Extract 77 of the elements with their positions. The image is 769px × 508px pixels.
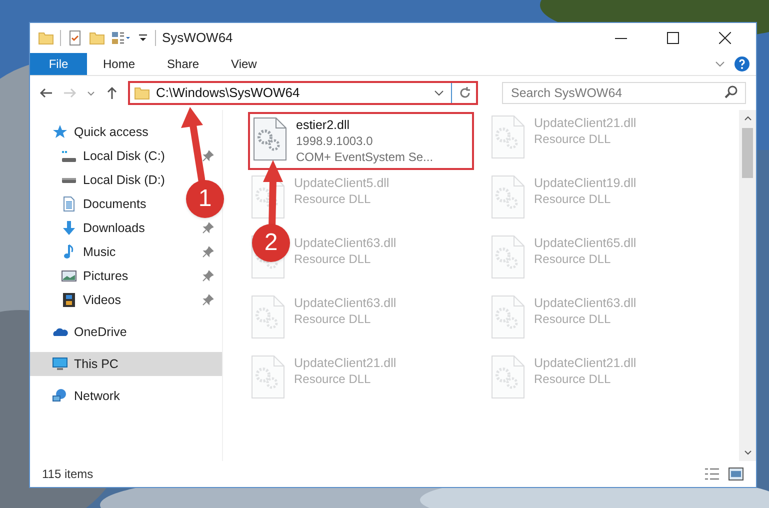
file-icon — [252, 117, 288, 161]
star-icon — [52, 124, 68, 140]
ribbon-tab[interactable]: Share — [151, 53, 216, 75]
scroll-thumb[interactable] — [742, 128, 753, 178]
file-detail: Resource DLL — [534, 371, 612, 387]
file-name: UpdateClient63.dll — [294, 235, 396, 251]
file-icon — [490, 355, 526, 399]
file-name: UpdateClient21.dll — [534, 355, 636, 371]
help-icon[interactable] — [734, 56, 750, 72]
file-detail: Resource DLL — [294, 191, 372, 207]
item-count: 115 items — [42, 466, 94, 483]
sidebar-item[interactable]: Local Disk (C:) — [30, 144, 171, 168]
pin-icon[interactable] — [202, 294, 214, 306]
sidebar-item[interactable]: Local Disk (D:) — [30, 168, 171, 192]
file-detail: 1998.9.1003.0 — [296, 133, 374, 149]
pin-icon[interactable] — [202, 222, 214, 234]
scrollbar[interactable] — [739, 110, 756, 461]
file-detail: Resource DLL — [534, 311, 612, 327]
monitor-icon — [52, 356, 68, 372]
sidebar-item[interactable]: Documents — [30, 192, 152, 216]
sidebar-item[interactable]: Quick access — [30, 120, 154, 144]
sidebar-item[interactable]: This PC — [30, 352, 222, 376]
network-icon — [52, 388, 68, 404]
sidebar-item[interactable]: Pictures — [30, 264, 134, 288]
file-name: UpdateClient21.dll — [534, 115, 636, 131]
file-name: UpdateClient63.dll — [294, 295, 396, 311]
sidebar-item[interactable]: Downloads — [30, 216, 151, 240]
file-detail: Resource DLL — [534, 251, 612, 267]
window-title: SysWOW64 — [162, 29, 233, 48]
file-icon — [250, 295, 286, 339]
ribbon-tab[interactable]: View — [215, 53, 273, 75]
file-name: UpdateClient5.dll — [294, 175, 390, 191]
sidebar-item[interactable]: Videos — [30, 288, 127, 312]
pin-icon[interactable] — [202, 150, 214, 162]
download-icon — [61, 220, 77, 236]
maximize-icon — [667, 32, 679, 44]
pin-icon[interactable] — [202, 246, 214, 258]
file-name: UpdateClient65.dll — [534, 235, 636, 251]
file-icon — [250, 355, 286, 399]
close-icon — [719, 32, 731, 44]
file-name: UpdateClient19.dll — [534, 175, 636, 191]
tiles-view-icon[interactable] — [728, 466, 744, 482]
highlighted-file-tile[interactable]: estier2.dll 1998.9.1003.0 COM+ EventSystem Se... — [248, 112, 474, 170]
sidebar-item[interactable]: OneDrive — [30, 320, 133, 344]
file-detail: COM+ EventSystem Se... — [296, 149, 434, 165]
file-icon — [490, 295, 526, 339]
dropdown-icon[interactable] — [137, 32, 149, 44]
folder-icon — [134, 85, 150, 101]
film-icon — [61, 292, 77, 308]
search-field[interactable]: Search SysWOW64 — [502, 82, 746, 104]
file-icon — [250, 175, 286, 219]
address-field[interactable]: C:\Windows\SysWOW64 — [128, 81, 478, 105]
drive-icon — [61, 178, 77, 182]
file-detail: Resource DLL — [294, 251, 372, 267]
file-detail: Resource DLL — [294, 311, 372, 327]
file-detail: Resource DLL — [534, 131, 612, 147]
drive-icon — [61, 150, 77, 162]
file-name: UpdateClient63.dll — [534, 295, 636, 311]
file-name: estier2.dll — [296, 117, 350, 133]
file-icon — [490, 235, 526, 279]
picture-icon — [61, 268, 77, 284]
sidebar-item[interactable]: Music — [30, 240, 122, 264]
file-detail: Resource DLL — [534, 191, 612, 207]
sidebar-item[interactable]: Network — [30, 384, 126, 408]
file-name: UpdateClient21.dll — [294, 355, 396, 371]
view-options-icon[interactable] — [111, 30, 131, 46]
refresh-icon[interactable] — [458, 86, 472, 100]
details-view-icon[interactable] — [704, 466, 720, 482]
ribbon-tab[interactable]: Home — [87, 53, 152, 75]
properties-icon[interactable] — [67, 30, 83, 46]
file-icon — [490, 115, 526, 159]
file-icon — [490, 175, 526, 219]
file-detail: Resource DLL — [294, 371, 372, 387]
document-icon — [61, 196, 77, 212]
pin-icon[interactable] — [202, 270, 214, 282]
ribbon-tab[interactable]: File — [30, 53, 87, 75]
search-icon[interactable] — [724, 85, 738, 99]
